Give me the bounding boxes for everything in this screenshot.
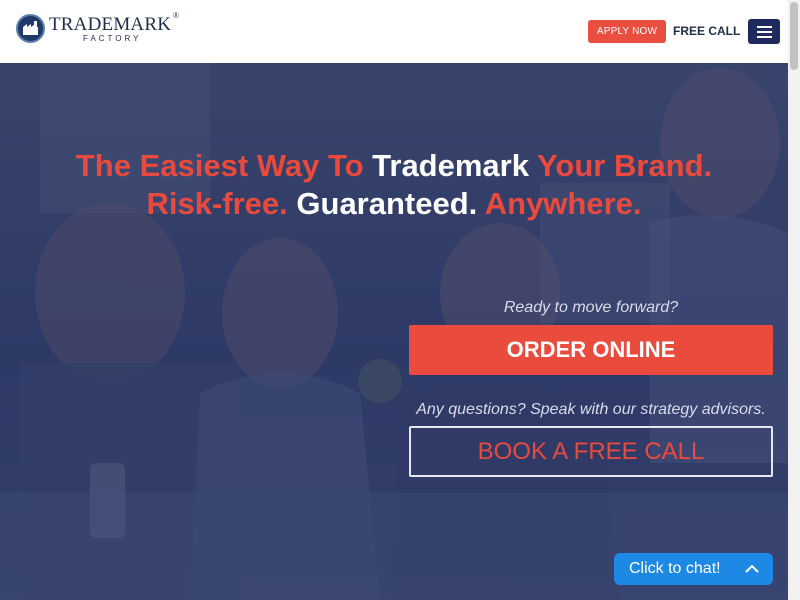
headline-part: Risk-free.: [146, 186, 288, 221]
headline-line-2: Risk-free. Guaranteed. Anywhere.: [0, 185, 788, 223]
registered-mark: ®: [172, 10, 180, 20]
hamburger-menu-icon: [756, 25, 772, 28]
factory-icon: [16, 14, 45, 43]
questions-prompt: Any questions? Speak with our strategy a…: [416, 401, 766, 418]
headline-part: The Easiest Way To: [75, 148, 373, 183]
chat-widget-button[interactable]: Click to chat!: [614, 553, 773, 585]
headline-line-1: The Easiest Way To Trademark Your Brand.: [0, 147, 788, 185]
scrollbar-thumb[interactable]: [790, 2, 798, 70]
page-scrollbar[interactable]: [788, 0, 800, 600]
logo-name: TRADEMARK ®: [49, 11, 179, 35]
headline-part: Guaranteed.: [287, 186, 478, 221]
site-header: TRADEMARK ® FACTORY APPLY NOW FREE CALL: [0, 0, 788, 63]
logo-subtitle: FACTORY: [83, 33, 142, 43]
free-call-link[interactable]: FREE CALL: [673, 24, 740, 38]
hero-section: The Easiest Way To Trademark Your Brand.…: [0, 63, 788, 600]
hamburger-menu-button[interactable]: [748, 19, 780, 44]
book-free-call-button[interactable]: BOOK A FREE CALL: [409, 426, 773, 477]
trademark-factory-logo[interactable]: TRADEMARK ® FACTORY: [16, 11, 179, 43]
ready-prompt: Ready to move forward?: [503, 299, 679, 316]
chevron-up-icon: [745, 564, 759, 573]
logo-text: TRADEMARK ® FACTORY: [49, 11, 179, 43]
headline-part: Your Brand.: [528, 148, 713, 183]
hero-headline: The Easiest Way To Trademark Your Brand.…: [0, 147, 788, 223]
headline-part: Trademark: [372, 148, 529, 183]
chat-label: Click to chat!: [629, 560, 721, 577]
headline-part: Anywhere.: [477, 186, 642, 221]
order-online-button[interactable]: ORDER ONLINE: [409, 325, 773, 375]
logo-name-text: TRADEMARK: [49, 13, 172, 35]
apply-now-button[interactable]: APPLY NOW: [588, 20, 666, 43]
